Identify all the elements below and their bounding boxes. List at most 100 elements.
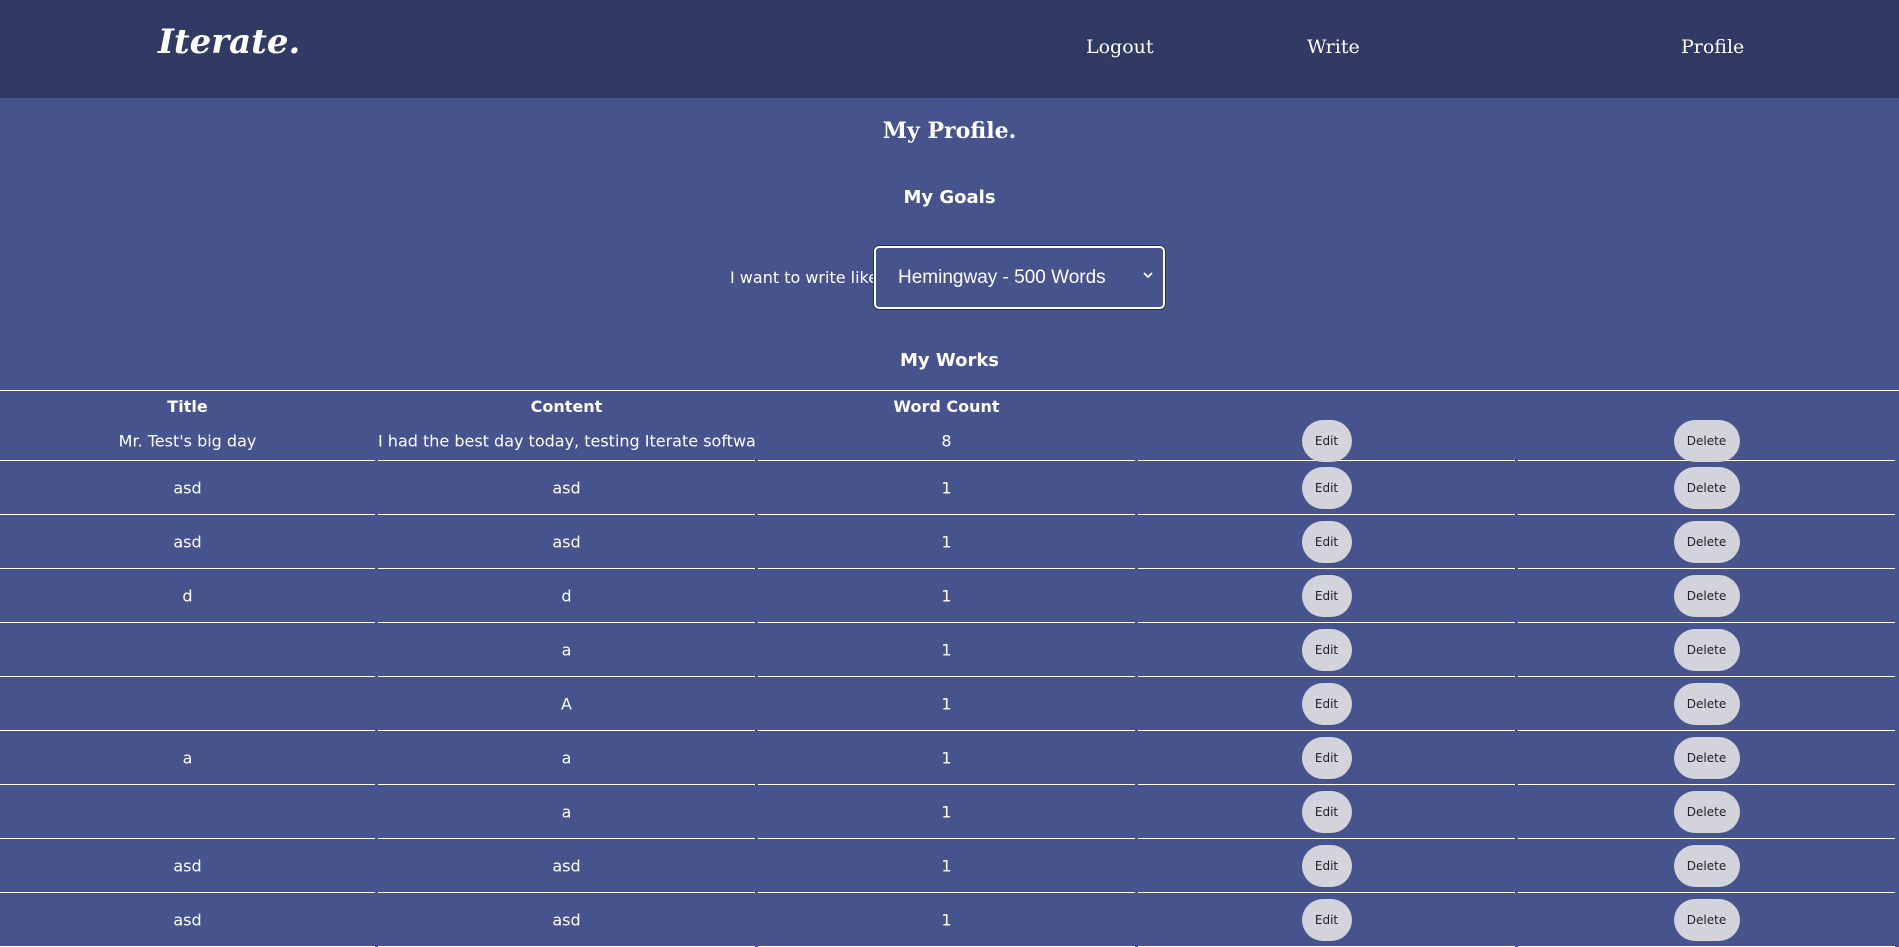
cell-edit: Edit xyxy=(1138,893,1515,947)
cell-delete: Delete xyxy=(1518,623,1895,677)
cell-content: asd xyxy=(552,478,581,497)
delete-button[interactable]: Delete xyxy=(1673,682,1740,725)
cell-word-count-cell: 1 xyxy=(758,893,1135,947)
cell-word-count: 8 xyxy=(941,431,952,450)
cell-title: asd xyxy=(173,478,202,497)
cell-word-count-cell: 1 xyxy=(758,839,1135,893)
cell-word-count-cell: 1 xyxy=(758,785,1135,839)
cell-title-cell: asd xyxy=(0,839,375,893)
cell-title: asd xyxy=(173,856,202,875)
cell-content-cell: A xyxy=(378,677,755,731)
cell-delete: Delete xyxy=(1518,839,1895,893)
page-title: My Profile. xyxy=(882,118,1017,144)
table-row: a 1 Edit Delete xyxy=(0,785,1899,839)
cell-word-count: 1 xyxy=(941,910,952,929)
table-row: Mr. Test's big day I had the best day tod… xyxy=(0,419,1899,462)
nav-write-link[interactable]: Write xyxy=(1307,36,1360,58)
cell-edit: Edit xyxy=(1138,623,1515,677)
table-row: asd asd 1 Edit Delete xyxy=(0,515,1899,569)
delete-button[interactable]: Delete xyxy=(1673,736,1740,779)
table-body: Mr. Test's big day I had the best day tod… xyxy=(0,419,1899,947)
cell-edit: Edit xyxy=(1138,677,1515,731)
table-row: A 1 Edit Delete xyxy=(0,677,1899,731)
goal-select-value: Hemingway - 500 Words xyxy=(898,267,1106,288)
cell-word-count: 1 xyxy=(941,694,952,713)
edit-button[interactable]: Edit xyxy=(1301,844,1352,887)
cell-edit: Edit xyxy=(1138,785,1515,839)
column-header-word-count: Word Count xyxy=(893,397,1000,416)
cell-content-cell: a xyxy=(378,731,755,785)
cell-word-count-cell: 1 xyxy=(758,623,1135,677)
delete-button[interactable]: Delete xyxy=(1673,628,1740,671)
table-row: asd asd 1 Edit Delete xyxy=(0,461,1899,515)
nav-logout-link[interactable]: Logout xyxy=(1086,36,1154,58)
cell-word-count: 1 xyxy=(941,748,952,767)
table-header: Title Content Word Count xyxy=(0,391,1899,421)
cell-delete: Delete xyxy=(1518,677,1895,731)
cell-content: asd xyxy=(552,910,581,929)
edit-button[interactable]: Edit xyxy=(1301,682,1352,725)
cell-delete: Delete xyxy=(1518,569,1895,623)
cell-edit: Edit xyxy=(1138,515,1515,569)
cell-title: Mr. Test's big day xyxy=(118,431,257,450)
cell-title-cell: a xyxy=(0,731,375,785)
cell-word-count-cell: 1 xyxy=(758,677,1135,731)
cell-title: a xyxy=(182,748,193,767)
cell-content-cell: I had the best day today, testing Iterat… xyxy=(378,421,755,461)
edit-button[interactable]: Edit xyxy=(1301,466,1352,509)
cell-title-cell xyxy=(0,785,375,839)
column-header-title: Title xyxy=(167,397,208,416)
delete-button[interactable]: Delete xyxy=(1673,419,1740,462)
edit-button[interactable]: Edit xyxy=(1301,520,1352,563)
top-navbar: Iterate. Logout Write Profile xyxy=(0,0,1899,98)
cell-content-cell: a xyxy=(378,785,755,839)
edit-button[interactable]: Edit xyxy=(1301,898,1352,941)
goal-select[interactable]: Hemingway - 500 Words xyxy=(874,246,1165,309)
cell-word-count: 1 xyxy=(941,586,952,605)
cell-delete: Delete xyxy=(1518,461,1895,515)
delete-button[interactable]: Delete xyxy=(1673,898,1740,941)
cell-content: d xyxy=(561,586,572,605)
cell-word-count-cell: 1 xyxy=(758,731,1135,785)
edit-button[interactable]: Edit xyxy=(1301,628,1352,671)
delete-button[interactable]: Delete xyxy=(1673,844,1740,887)
edit-button[interactable]: Edit xyxy=(1301,574,1352,617)
cell-content: a xyxy=(561,748,572,767)
cell-title-cell: asd xyxy=(0,461,375,515)
cell-word-count-cell: 1 xyxy=(758,569,1135,623)
cell-content: I had the best day today, testing Iterat… xyxy=(378,431,755,450)
delete-button[interactable]: Delete xyxy=(1673,520,1740,563)
cell-edit: Edit xyxy=(1138,419,1515,462)
cell-content: a xyxy=(561,640,572,659)
column-header-content: Content xyxy=(530,397,603,416)
cell-content: A xyxy=(561,694,572,713)
edit-button[interactable]: Edit xyxy=(1301,790,1352,833)
cell-content-cell: asd xyxy=(378,461,755,515)
cell-content: a xyxy=(561,802,572,821)
table-row: asd asd 1 Edit Delete xyxy=(0,893,1899,947)
table-row: d d 1 Edit Delete xyxy=(0,569,1899,623)
works-table: Title Content Word Count Mr. Test's big … xyxy=(0,390,1899,947)
delete-button[interactable]: Delete xyxy=(1673,574,1740,617)
nav-profile-link[interactable]: Profile xyxy=(1681,36,1744,58)
cell-content-cell: asd xyxy=(378,515,755,569)
cell-word-count: 1 xyxy=(941,478,952,497)
cell-word-count-cell: 8 xyxy=(758,421,1135,461)
cell-delete: Delete xyxy=(1518,731,1895,785)
cell-word-count: 1 xyxy=(941,856,952,875)
delete-button[interactable]: Delete xyxy=(1673,790,1740,833)
cell-content: asd xyxy=(552,856,581,875)
cell-word-count: 1 xyxy=(941,802,952,821)
cell-title-cell: asd xyxy=(0,515,375,569)
edit-button[interactable]: Edit xyxy=(1301,419,1352,462)
cell-title-cell xyxy=(0,677,375,731)
edit-button[interactable]: Edit xyxy=(1301,736,1352,779)
cell-delete: Delete xyxy=(1518,785,1895,839)
cell-title-cell: Mr. Test's big day xyxy=(0,421,375,461)
goals-heading: My Goals xyxy=(903,187,996,208)
cell-edit: Edit xyxy=(1138,569,1515,623)
cell-title: asd xyxy=(173,532,202,551)
delete-button[interactable]: Delete xyxy=(1673,466,1740,509)
cell-title-cell xyxy=(0,623,375,677)
brand-logo[interactable]: Iterate. xyxy=(158,22,300,62)
